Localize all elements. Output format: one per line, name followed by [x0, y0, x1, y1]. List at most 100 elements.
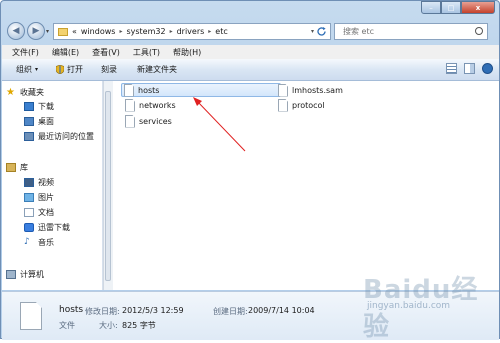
- breadcrumb-windows[interactable]: windows: [81, 27, 116, 36]
- file-item-services[interactable]: services: [125, 114, 172, 128]
- nav-library[interactable]: 库: [6, 161, 28, 174]
- burn-button[interactable]: 刻录: [101, 64, 117, 75]
- nav-label: 下载: [38, 102, 54, 111]
- maximize-button[interactable]: □: [441, 1, 461, 14]
- nav-recent[interactable]: 最近访问的位置: [24, 130, 94, 143]
- xunlei-icon: [24, 223, 34, 232]
- downloads-icon: [24, 102, 34, 111]
- file-icon: [20, 302, 42, 330]
- documents-icon: [24, 208, 34, 217]
- chevron-down-icon[interactable]: ▾: [311, 28, 314, 35]
- close-button[interactable]: x: [461, 1, 495, 14]
- size-label: 大小:: [99, 321, 118, 330]
- file-icon: [278, 83, 288, 97]
- chevron-down-icon: ▾: [35, 66, 39, 73]
- watermark-url: jingyan.baidu.com: [367, 301, 451, 311]
- detail-type: 文件: [59, 321, 75, 330]
- file-name: lmhosts.sam: [292, 85, 343, 95]
- recent-pages-dropdown[interactable]: ▾: [46, 28, 49, 35]
- chevron-right-icon[interactable]: ▸: [119, 28, 122, 35]
- address-bar[interactable]: « windows ▸ system32 ▸ drivers ▸ etc ▾: [53, 23, 331, 40]
- file-item-lmhosts[interactable]: lmhosts.sam: [278, 83, 343, 97]
- file-item-protocol[interactable]: protocol: [278, 98, 325, 112]
- detail-name: hosts: [59, 305, 84, 315]
- created-label: 创建日期:: [213, 307, 248, 316]
- explorer-window: – □ x ◀ ▶ ▾ « windows ▸ system32 ▸ drive…: [0, 0, 500, 342]
- annotation-arrow: [193, 97, 246, 152]
- command-bar: 组织 ▾ 打开 刻录 新建文件夹: [2, 59, 499, 81]
- new-folder-label: 新建文件夹: [137, 65, 178, 74]
- chevron-right-icon[interactable]: ▸: [208, 28, 211, 35]
- navigation-pane: ★ 收藏夹 下载 桌面 最近访问的位置 库 视频 图片 文档 迅雷下载 ♪ 音乐…: [2, 81, 103, 290]
- file-name: hosts: [138, 85, 160, 95]
- organize-label: 组织: [16, 65, 32, 74]
- shield-icon: [56, 65, 65, 74]
- pictures-icon: [24, 193, 34, 202]
- search-input[interactable]: [335, 26, 475, 37]
- nav-desktop[interactable]: 桌面: [24, 115, 54, 128]
- change-view-icon[interactable]: [446, 63, 457, 74]
- nav-label: 最近访问的位置: [38, 132, 94, 141]
- organize-button[interactable]: 组织 ▾: [16, 64, 38, 75]
- open-label: 打开: [67, 65, 84, 74]
- file-icon: [125, 114, 135, 128]
- view-buttons: [439, 63, 493, 74]
- nav-music[interactable]: ♪ 音乐: [24, 236, 54, 249]
- music-icon: ♪: [24, 237, 30, 247]
- size-value: 825 字节: [122, 321, 156, 330]
- refresh-icon[interactable]: [317, 27, 328, 36]
- nav-label: 迅雷下载: [38, 223, 70, 232]
- nav-computer[interactable]: 计算机: [6, 268, 44, 281]
- address-prefix[interactable]: «: [72, 27, 77, 36]
- file-icon: [125, 98, 135, 112]
- nav-label: 计算机: [20, 270, 44, 279]
- nav-label: 音乐: [38, 238, 54, 247]
- nav-favorites[interactable]: ★ 收藏夹: [6, 86, 44, 99]
- file-icon: [124, 83, 134, 97]
- open-button[interactable]: 打开: [56, 64, 83, 75]
- help-icon[interactable]: [482, 63, 493, 74]
- forward-button[interactable]: ▶: [27, 22, 45, 40]
- preview-pane-icon[interactable]: [464, 63, 475, 74]
- nav-downloads[interactable]: 下载: [24, 100, 54, 113]
- menu-bar: 文件(F) 编辑(E) 查看(V) 工具(T) 帮助(H): [2, 45, 499, 59]
- nav-label: 库: [20, 163, 28, 172]
- modified-value: 2012/5/3 12:59: [122, 306, 184, 315]
- desktop-icon: [24, 117, 34, 126]
- new-folder-button[interactable]: 新建文件夹: [137, 64, 177, 75]
- nav-label: 视频: [38, 178, 54, 187]
- breadcrumb-system32[interactable]: system32: [126, 27, 165, 36]
- nav-scrollbar[interactable]: [103, 81, 113, 290]
- menu-view[interactable]: 查看(V): [92, 47, 120, 58]
- modified-label: 修改日期:: [85, 307, 120, 316]
- minimize-button[interactable]: –: [421, 1, 441, 14]
- file-item-networks[interactable]: networks: [125, 98, 176, 112]
- back-button[interactable]: ◀: [7, 22, 25, 40]
- file-name: services: [139, 116, 172, 126]
- star-icon: ★: [6, 87, 15, 98]
- recent-places-icon: [24, 132, 34, 141]
- nav-xunlei[interactable]: 迅雷下载: [24, 221, 70, 234]
- nav-label: 桌面: [38, 117, 54, 126]
- folder-icon: [58, 27, 68, 36]
- chevron-right-icon[interactable]: ▸: [170, 28, 173, 35]
- computer-icon: [6, 270, 16, 279]
- nav-label: 收藏夹: [20, 88, 44, 97]
- library-icon: [6, 163, 16, 172]
- scrollbar-thumb[interactable]: [105, 91, 111, 281]
- menu-help[interactable]: 帮助(H): [173, 47, 201, 58]
- menu-file[interactable]: 文件(F): [12, 47, 39, 58]
- window-controls: – □ x: [421, 1, 495, 14]
- breadcrumb-etc[interactable]: etc: [215, 27, 227, 36]
- search-icon[interactable]: [475, 27, 483, 35]
- search-box[interactable]: [334, 23, 488, 40]
- nav-pictures[interactable]: 图片: [24, 191, 54, 204]
- file-icon: [278, 98, 288, 112]
- nav-videos[interactable]: 视频: [24, 176, 54, 189]
- nav-documents[interactable]: 文档: [24, 206, 54, 219]
- file-name: protocol: [292, 100, 325, 110]
- video-icon: [24, 178, 34, 187]
- breadcrumb-drivers[interactable]: drivers: [177, 27, 205, 36]
- menu-edit[interactable]: 编辑(E): [52, 47, 79, 58]
- menu-tools[interactable]: 工具(T): [133, 47, 160, 58]
